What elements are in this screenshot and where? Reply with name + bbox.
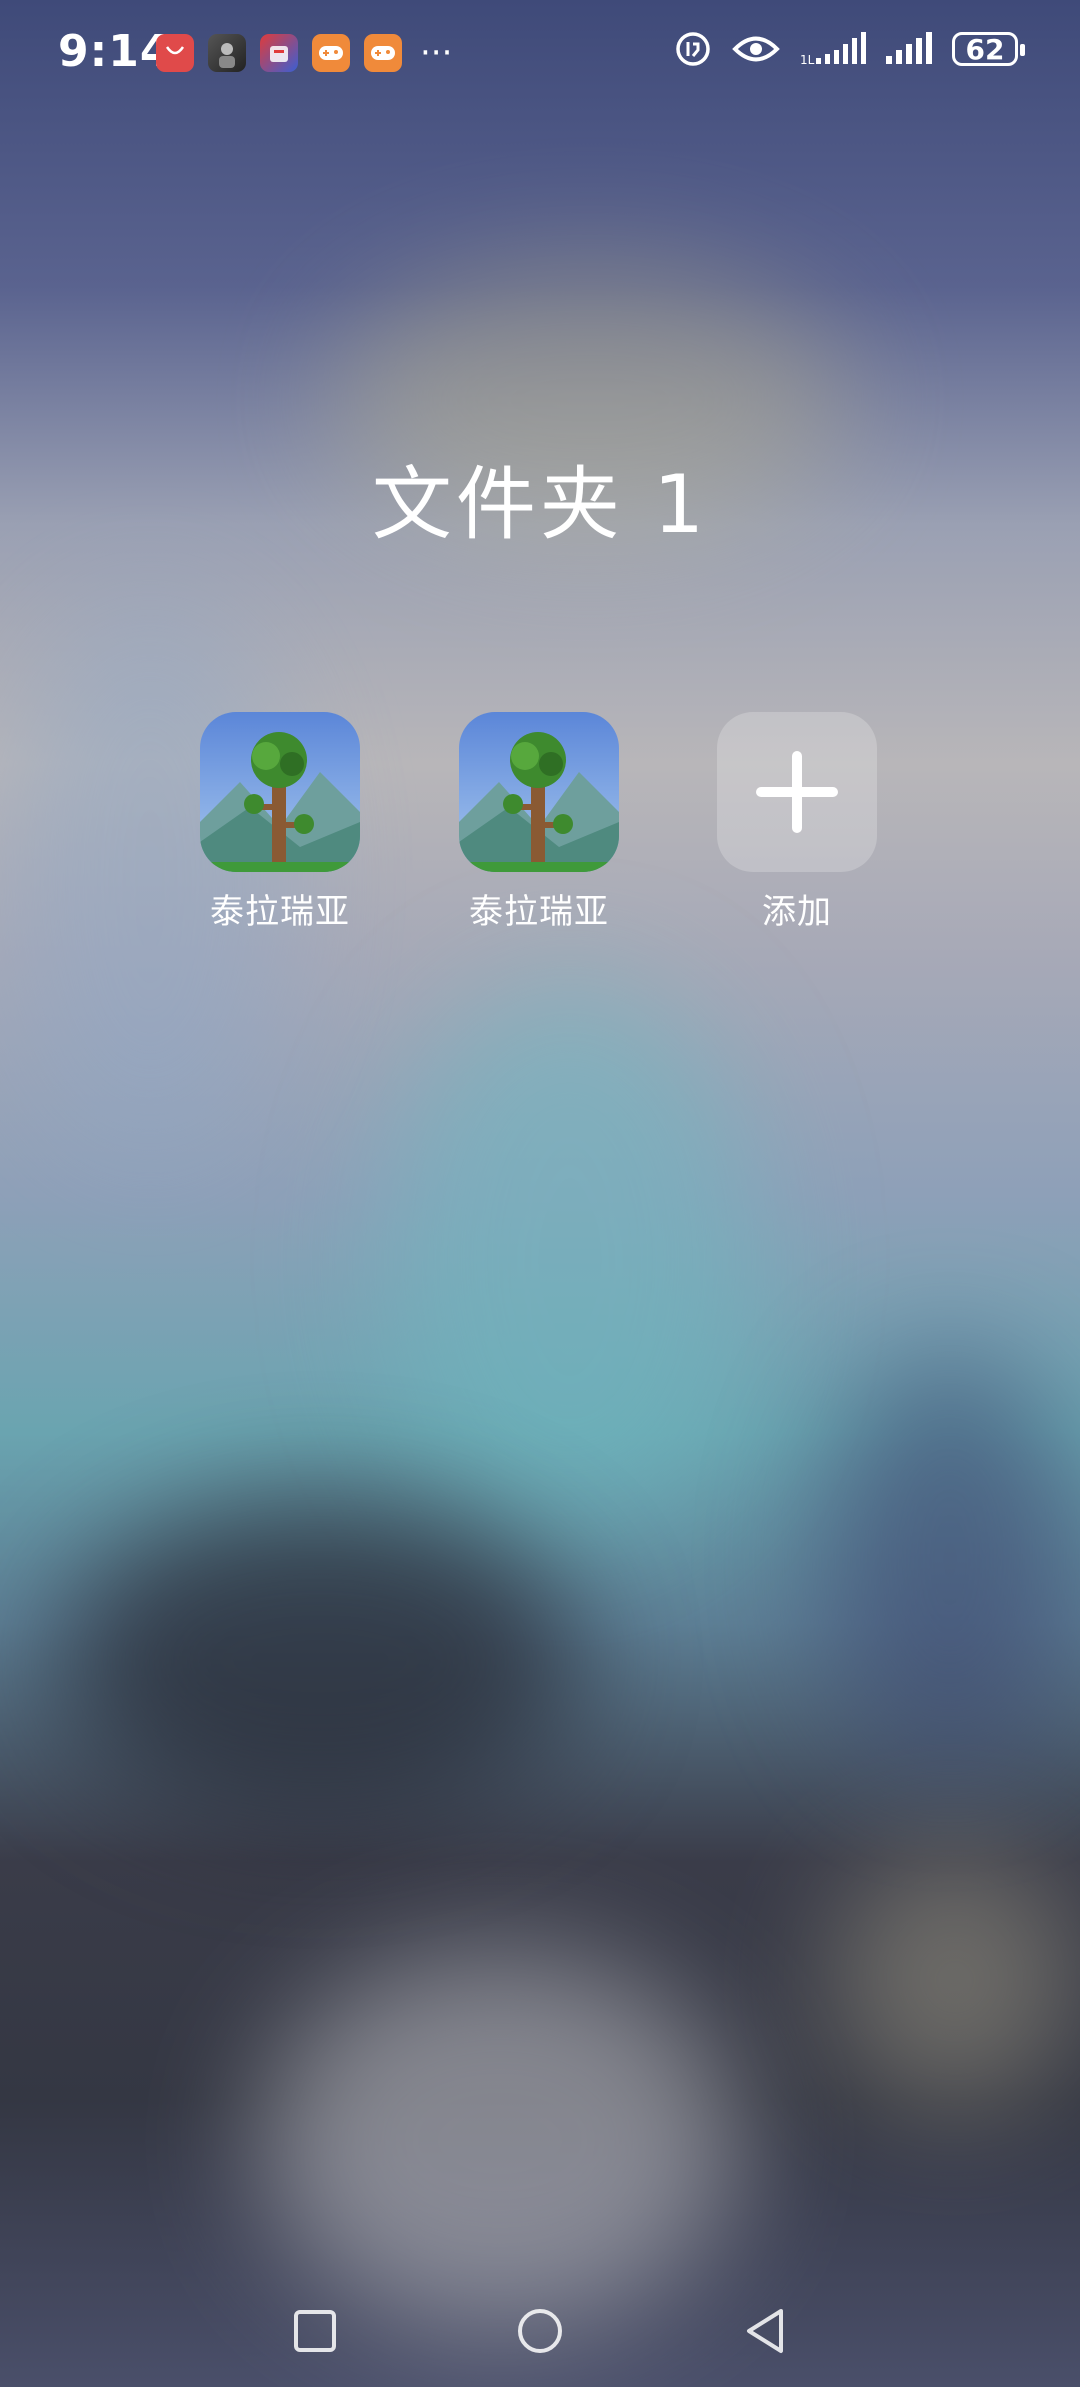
battery-level: 62 — [965, 32, 1005, 66]
navigation-bar — [0, 2270, 1080, 2387]
home-screen: 9:14 ··· 1L 62 文件夹 1 泰拉瑞亚 泰拉瑞亚 添加 — [0, 0, 1080, 2387]
folder-app-grid: 泰拉瑞亚 泰拉瑞亚 添加 — [0, 712, 1080, 952]
eye-comfort-icon — [732, 36, 780, 62]
notification-icons: ··· — [156, 34, 452, 72]
more-notifications-indicator: ··· — [420, 33, 453, 73]
add-label: 添加 — [762, 892, 832, 932]
system-icons: 1L 62 — [674, 30, 1025, 68]
game-center-icon — [312, 34, 350, 72]
battery-indicator: 62 — [952, 32, 1025, 66]
terraria-tree-icon[interactable] — [200, 712, 360, 872]
signal-strength-icon — [886, 32, 932, 64]
app-label: 泰拉瑞亚 — [210, 892, 350, 932]
back-button[interactable] — [740, 2306, 790, 2356]
game-avatar-icon — [208, 34, 246, 72]
wallpaper-blur — [60, 1500, 580, 1820]
plus-icon[interactable] — [717, 712, 877, 872]
svg-text:1L: 1L — [800, 53, 815, 66]
folder-title[interactable]: 文件夹 1 — [0, 440, 1080, 556]
app-label: 泰拉瑞亚 — [469, 892, 609, 932]
clock: 9:14 — [58, 26, 172, 77]
terraria-tree-icon[interactable] — [459, 712, 619, 872]
app-terraria[interactable]: 泰拉瑞亚 — [180, 712, 380, 933]
square-icon — [294, 2310, 336, 2352]
game-center-icon — [364, 34, 402, 72]
wallpaper-blur — [380, 980, 760, 1540]
status-bar: 9:14 ··· 1L 62 — [0, 0, 1080, 110]
add-app-button[interactable]: 添加 — [697, 712, 897, 933]
recent-apps-button[interactable] — [290, 2306, 340, 2356]
data-saver-icon — [676, 32, 710, 66]
home-button[interactable] — [515, 2306, 565, 2356]
triangle-back-icon — [747, 2309, 783, 2353]
wallpaper-blur — [830, 1850, 1080, 2110]
shopping-app-icon — [260, 34, 298, 72]
app-terraria[interactable]: 泰拉瑞亚 — [439, 712, 639, 933]
circle-icon — [518, 2309, 562, 2353]
signal-strength-icon: 1L — [800, 32, 866, 66]
huawei-appgallery-icon — [156, 34, 194, 72]
wallpaper-blur — [820, 1350, 1080, 1770]
